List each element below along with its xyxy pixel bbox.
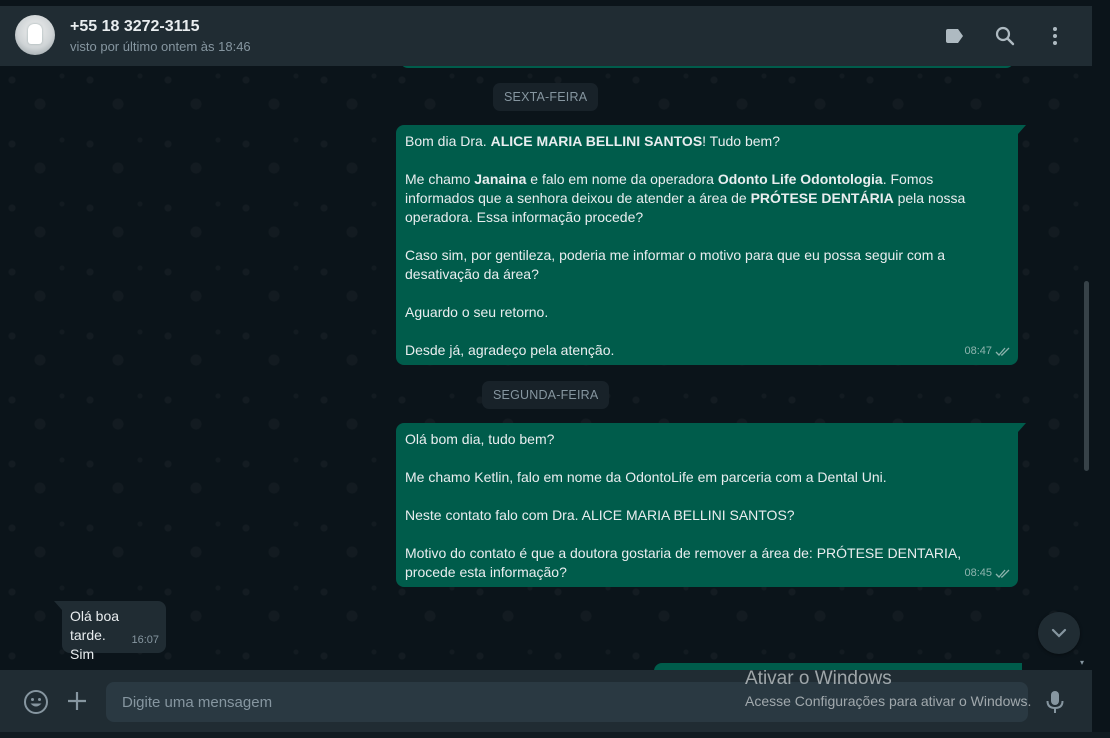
message-bubble-outgoing[interactable]: Olá bom dia, tudo bem? Me chamo Ketlin, … <box>396 423 1026 587</box>
message-time: 16:07 <box>131 634 159 646</box>
taskbar-edge <box>0 732 1110 738</box>
previous-message-bubble <box>400 66 1014 68</box>
whatsapp-app: +55 18 3272-3115 visto por último ontem … <box>0 0 1092 738</box>
message-meta: 08:47 <box>964 342 1011 361</box>
mic-icon[interactable] <box>1044 689 1066 715</box>
message-line: Caso sim, por gentileza, poderia me info… <box>405 247 946 282</box>
contact-name[interactable]: +55 18 3272-3115 <box>70 18 199 36</box>
message-line: Neste contato falo com Dra. ALICE MARIA … <box>405 507 795 523</box>
emoji-icon[interactable] <box>23 689 49 715</box>
double-check-icon <box>995 569 1010 578</box>
menu-icon[interactable] <box>1043 24 1067 48</box>
chat-header[interactable]: +55 18 3272-3115 visto por último ontem … <box>0 6 1092 66</box>
chat-area[interactable]: SEXTA-FEIRA Bom dia Dra. ALICE MARIA BEL… <box>0 66 1092 670</box>
chat-scrollbar-track[interactable] <box>1092 66 1110 670</box>
scroll-arrow-down-icon[interactable]: ▾ <box>1080 658 1088 667</box>
date-separator: SEXTA-FEIRA <box>493 83 599 111</box>
message-bubble-incoming[interactable]: Olá boa tarde. Sim 16:07 <box>54 601 166 662</box>
window-edge <box>1092 0 1110 66</box>
contact-status: visto por último ontem às 18:46 <box>70 39 251 54</box>
search-icon[interactable] <box>993 24 1017 48</box>
message-time: 08:45 <box>964 567 992 579</box>
chat-scrollbar-thumb[interactable] <box>1084 281 1089 471</box>
message-line: Me chamo Janaina e falo em nome da opera… <box>405 171 966 225</box>
message-line: Desde já, agradeço pela atenção. <box>405 342 615 358</box>
double-check-icon <box>995 347 1010 356</box>
message-line: Motivo do contato é que a doutora gostar… <box>405 545 962 580</box>
message-line: Bom dia Dra. ALICE MARIA BELLINI SANTOS!… <box>405 133 780 149</box>
date-separator: SEGUNDA-FEIRA <box>482 381 610 409</box>
message-line: Aguardo o seu retorno. <box>405 304 549 320</box>
message-meta: 08:45 <box>964 564 1011 583</box>
message-line: Olá bom dia, tudo bem? <box>405 431 555 447</box>
plus-icon[interactable] <box>66 690 88 712</box>
avatar[interactable] <box>15 15 55 55</box>
message-line: Me chamo Ketlin, falo em nome da OdontoL… <box>405 469 887 485</box>
message-time: 08:47 <box>964 345 992 357</box>
windows-activation-subtitle: Acesse Configurações para ativar o Windo… <box>745 693 1032 709</box>
windows-activation-title: Ativar o Windows <box>745 668 892 689</box>
chevron-down-icon <box>1051 628 1067 638</box>
scroll-down-button[interactable] <box>1038 612 1080 654</box>
label-icon[interactable] <box>943 24 967 48</box>
message-bubble-outgoing[interactable]: Bom dia Dra. ALICE MARIA BELLINI SANTOS!… <box>396 125 1026 365</box>
tooth-icon <box>28 24 42 44</box>
